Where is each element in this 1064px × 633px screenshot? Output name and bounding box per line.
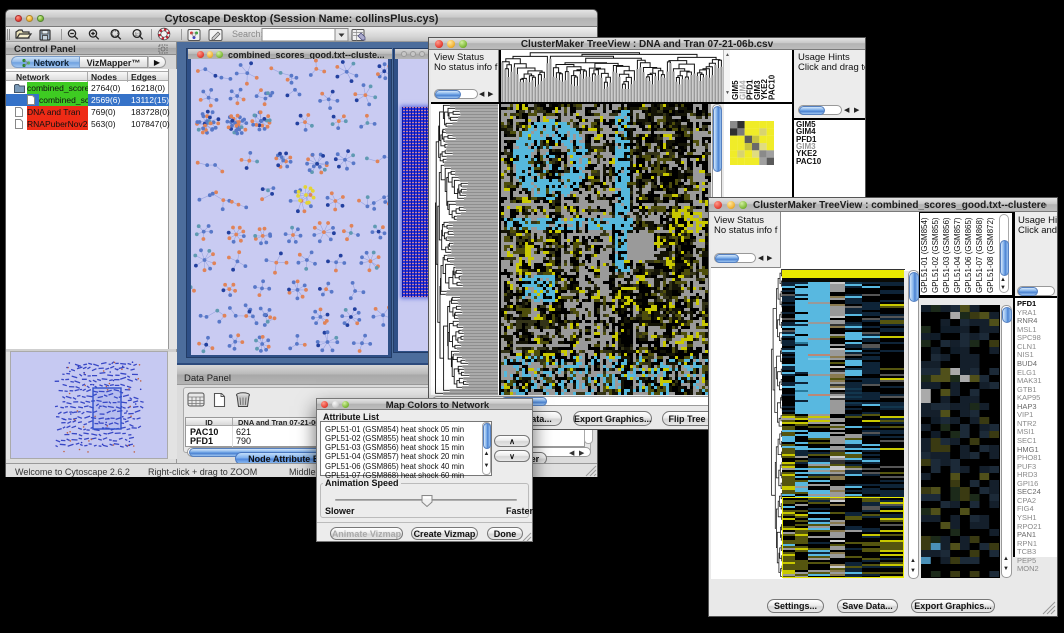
svg-text:1:1: 1:1 xyxy=(135,32,141,37)
svg-text:GPL51-07 (GSM868): GPL51-07 (GSM868) xyxy=(975,217,984,293)
svg-text:GPL51-02 (GSM855): GPL51-02 (GSM855) xyxy=(931,217,940,293)
svg-text:GPL51-01 (GSM854): GPL51-01 (GSM854) xyxy=(920,217,929,293)
svg-text:GPL51-04 (GSM857): GPL51-04 (GSM857) xyxy=(953,217,962,293)
svg-text:GPL51-03 (GSM856): GPL51-03 (GSM856) xyxy=(942,217,951,293)
svg-text:GPL51-08 (GSM872): GPL51-08 (GSM872) xyxy=(986,217,995,293)
svg-text:PAC10: PAC10 xyxy=(768,74,777,100)
svg-text:Search:: Search: xyxy=(232,29,263,39)
svg-text:GPL51-06 (GSM865): GPL51-06 (GSM865) xyxy=(964,217,973,293)
